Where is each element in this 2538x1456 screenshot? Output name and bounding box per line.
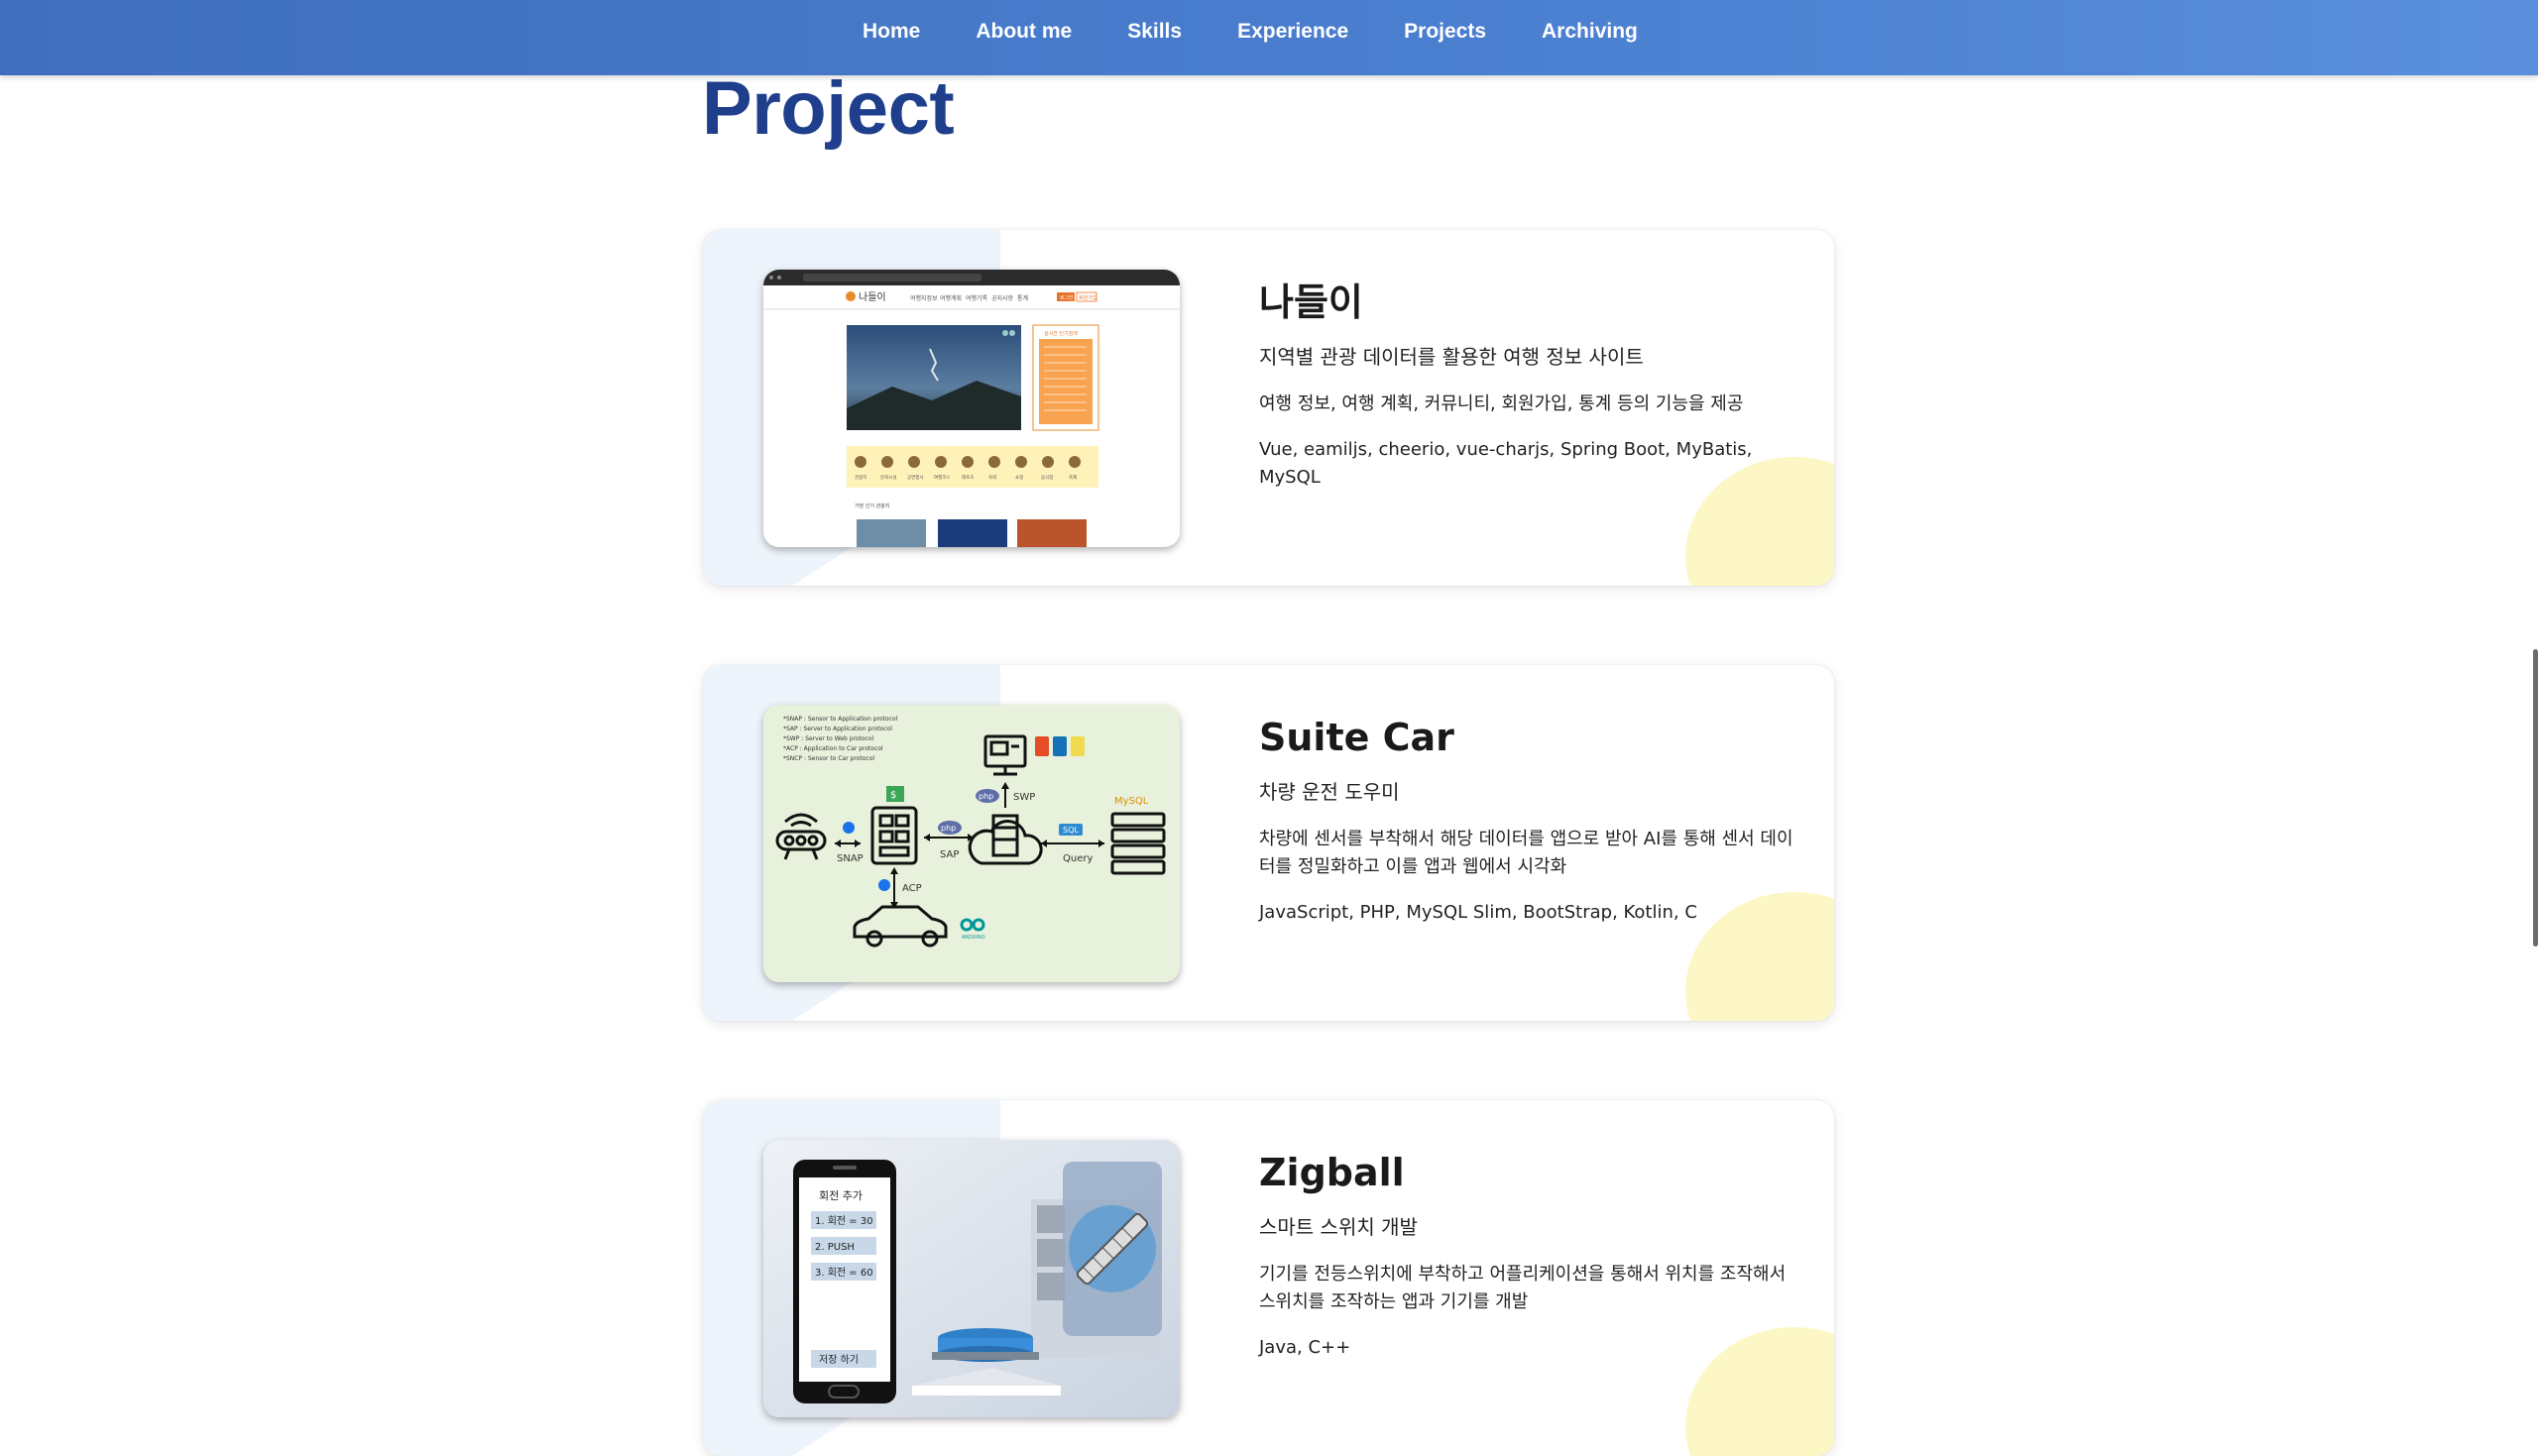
svg-text:가장 인기 관광지: 가장 인기 관광지 — [855, 503, 889, 509]
svg-text:숙박: 숙박 — [988, 474, 996, 481]
svg-text:회원가입: 회원가입 — [1079, 294, 1096, 301]
svg-text:SWP: SWP — [1013, 792, 1035, 803]
svg-text:여행기록: 여행기록 — [966, 294, 988, 302]
svg-text:3. 회전 = 60: 3. 회전 = 60 — [815, 1267, 873, 1279]
project-title: Suite Car — [1259, 716, 1454, 759]
svg-text:1. 회전 = 30: 1. 회전 = 30 — [815, 1215, 873, 1227]
svg-text:음식점: 음식점 — [1041, 474, 1053, 481]
svg-text:로그인: 로그인 — [1060, 294, 1074, 301]
svg-text:$: $ — [890, 790, 896, 801]
svg-text:통계: 통계 — [1017, 294, 1028, 302]
svg-text:관광지: 관광지 — [855, 474, 866, 481]
project-tech-stack: Vue, eamiljs, cheerio, vue-charjs, Sprin… — [1259, 439, 1753, 488]
project-tech-stack: JavaScript, PHP, MySQL Slim, BootStrap, … — [1259, 902, 1697, 923]
svg-text:SNAP: SNAP — [837, 853, 864, 864]
svg-text:실시간 인기검색: 실시간 인기검색 — [1044, 330, 1078, 337]
svg-text:*SAP : Server to Application p: *SAP : Server to Application protocol — [783, 726, 892, 732]
project-info: Zigball 스마트 스위치 개발 기기를 전등스위치에 부착하고 어플리케이… — [1259, 1150, 1794, 1362]
svg-text:축제: 축제 — [1069, 474, 1077, 481]
nav-archiving[interactable]: Archiving — [1542, 20, 1638, 44]
project-title: 나들이 — [1259, 280, 1363, 324]
suite-car-architecture-diagram: *SNAP : Sensor to Application protocol *… — [763, 705, 1180, 982]
nav-about-me[interactable]: About me — [976, 20, 1072, 44]
project-description: 기기를 전등스위치에 부착하고 어플리케이션을 통해서 위치를 조작해서 스위치… — [1259, 1264, 1787, 1312]
nav-skills[interactable]: Skills — [1127, 20, 1182, 44]
project-thumbnail[interactable]: 나들이 여행지정보 여행계획 여행기록 공지사항 통계 로그인 회원가입 실시간… — [763, 270, 1180, 547]
nav-menu: Home About me Skills Experience Projects… — [863, 0, 1693, 63]
nav-home[interactable]: Home — [863, 20, 920, 44]
svg-text:2. PUSH: 2. PUSH — [815, 1242, 855, 1253]
project-subtitle: 스마트 스위치 개발 — [1259, 1215, 1418, 1239]
nav-experience[interactable]: Experience — [1237, 20, 1348, 44]
svg-text:문화시설: 문화시설 — [880, 474, 897, 481]
svg-text:저장 하기: 저장 하기 — [819, 1353, 859, 1366]
svg-text:SQL: SQL — [1063, 826, 1079, 835]
project-subtitle: 차량 운전 도우미 — [1259, 780, 1400, 804]
project-thumbnail[interactable]: *SNAP : Sensor to Application protocol *… — [763, 705, 1180, 982]
svg-text:Query: Query — [1063, 853, 1093, 864]
svg-text:여행계획: 여행계획 — [940, 294, 962, 302]
nadeuli-site-screenshot: 나들이 여행지정보 여행계획 여행기록 공지사항 통계 로그인 회원가입 실시간… — [763, 270, 1180, 547]
svg-text:MySQL: MySQL — [1114, 796, 1149, 807]
zigball-device-illustration: 회전 추가 1. 회전 = 30 2. PUSH 3. 회전 = 60 저장 하… — [763, 1140, 1180, 1417]
project-card-nadeuli[interactable]: 나들이 여행지정보 여행계획 여행기록 공지사항 통계 로그인 회원가입 실시간… — [703, 230, 1834, 586]
project-thumbnail[interactable]: 회전 추가 1. 회전 = 30 2. PUSH 3. 회전 = 60 저장 하… — [763, 1140, 1180, 1417]
project-tech-stack: Java, C++ — [1259, 1337, 1351, 1358]
svg-text:쇼핑: 쇼핑 — [1015, 474, 1023, 481]
svg-text:ARDUINO: ARDUINO — [962, 935, 985, 941]
top-navigation: Home About me Skills Experience Projects… — [0, 0, 2538, 75]
svg-text:*SNAP : Sensor to Application: *SNAP : Sensor to Application protocol — [783, 716, 897, 723]
svg-text:회전 추가: 회전 추가 — [819, 1189, 863, 1202]
project-card-suite-car[interactable]: *SNAP : Sensor to Application protocol *… — [703, 665, 1834, 1021]
project-subtitle: 지역별 관광 데이터를 활용한 여행 정보 사이트 — [1259, 345, 1644, 369]
project-info: Suite Car 차량 운전 도우미 차량에 센서를 부착해서 해당 데이터를… — [1259, 715, 1794, 927]
project-description: 여행 정보, 여행 계획, 커뮤니티, 회원가입, 통계 등의 기능을 제공 — [1259, 393, 1744, 414]
project-title: Zigball — [1259, 1151, 1405, 1194]
svg-text:공연행사: 공연행사 — [907, 474, 924, 481]
project-card-zigball[interactable]: 회전 추가 1. 회전 = 30 2. PUSH 3. 회전 = 60 저장 하… — [703, 1100, 1834, 1456]
svg-text:나들이: 나들이 — [859, 291, 886, 303]
svg-text:여행코스: 여행코스 — [934, 474, 951, 481]
page-scrollbar[interactable] — [2533, 649, 2538, 947]
project-info: 나들이 지역별 관광 데이터를 활용한 여행 정보 사이트 여행 정보, 여행 … — [1259, 280, 1794, 492]
svg-text:공지사항: 공지사항 — [991, 294, 1014, 302]
project-description: 차량에 센서를 부착해서 해당 데이터를 앱으로 받아 AI를 통해 센서 데이… — [1259, 829, 1793, 877]
svg-text:php: php — [941, 824, 956, 833]
nav-projects[interactable]: Projects — [1404, 20, 1486, 44]
svg-text:*ACP : Application to Car prot: *ACP : Application to Car protocol — [783, 745, 883, 752]
svg-text:ACP: ACP — [902, 883, 922, 894]
svg-text:*SWP : Server to Web protocol: *SWP : Server to Web protocol — [783, 735, 874, 742]
svg-text:*SNCP : Sensor to Car protocol: *SNCP : Sensor to Car protocol — [783, 755, 874, 762]
svg-text:php: php — [979, 792, 993, 801]
svg-text:여행지정보: 여행지정보 — [910, 294, 938, 302]
page-title: Project — [702, 66, 955, 151]
svg-text:SAP: SAP — [940, 849, 959, 860]
svg-text:레포츠: 레포츠 — [962, 474, 974, 481]
